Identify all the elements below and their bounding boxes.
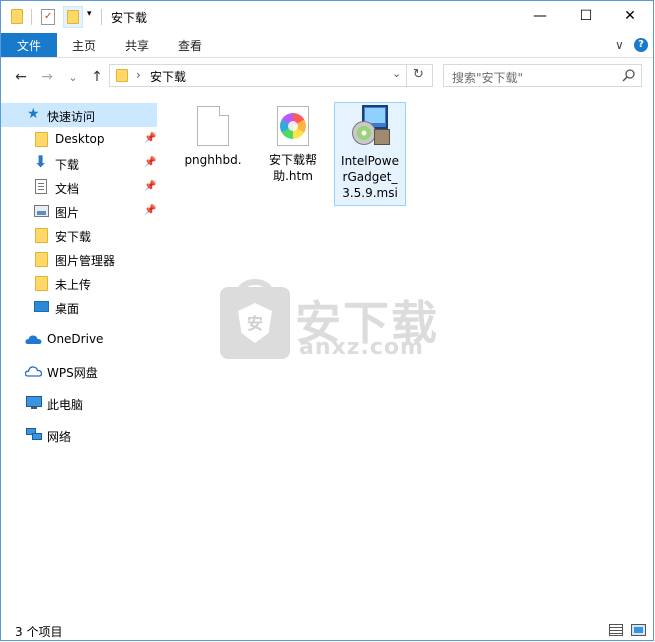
search-input[interactable]: 搜索"安下载"	[443, 64, 642, 87]
maximize-button[interactable]: ☐	[563, 1, 609, 31]
divider	[101, 9, 102, 25]
up-button[interactable]: ↑	[87, 67, 107, 87]
customize-qat-icon[interactable]: ▾	[87, 9, 92, 19]
sidebar-item-desktop[interactable]: Desktop 📌	[1, 127, 157, 151]
watermark-domain: anxz.com	[299, 335, 424, 360]
file-item[interactable]: pnghhbd.	[177, 103, 249, 175]
star-icon: ★	[27, 106, 40, 122]
refresh-icon[interactable]: ↻	[413, 67, 424, 82]
status-bar: 3 个项目	[1, 619, 653, 641]
folder-icon	[35, 276, 48, 291]
address-dropdown-icon[interactable]: ⌄	[392, 67, 401, 80]
address-bar[interactable]: › 安下载 ⌄ ↻	[109, 64, 433, 87]
sidebar-item-label: 网络	[47, 430, 72, 444]
picture-icon	[34, 205, 49, 217]
explorer-window: ✓ ▾ 安下载 — ☐ ✕ 文件 主页 共享 查看 ∨ ? ← → ⌄ ↑ › …	[0, 0, 654, 641]
tab-view[interactable]: 查看	[178, 33, 202, 57]
sidebar-item-onedrive[interactable]: OneDrive	[1, 327, 157, 351]
pin-icon[interactable]: 📌	[144, 181, 156, 192]
sidebar-item-picture-manager[interactable]: 图片管理器	[1, 247, 157, 271]
sidebar-item-label: Desktop	[55, 132, 105, 146]
sidebar-item-label: WPS网盘	[47, 366, 98, 380]
sidebar-item-label: OneDrive	[47, 332, 104, 346]
watermark-logo: 安	[220, 279, 290, 359]
search-icon[interactable]	[622, 69, 635, 82]
folder-icon	[116, 69, 128, 82]
sidebar-item-desktop-cn[interactable]: 桌面	[1, 295, 157, 319]
item-count: 3 个项目	[15, 625, 63, 639]
expand-ribbon-icon[interactable]: ∨	[615, 33, 624, 57]
sidebar-item-pictures[interactable]: 图片 📌	[1, 199, 157, 223]
folder-icon	[35, 132, 48, 147]
sidebar-item-label: 安下载	[55, 230, 92, 244]
properties-icon[interactable]: ✓	[41, 9, 55, 25]
wps-cloud-icon	[25, 366, 42, 377]
file-item-selected[interactable]: IntelPowerGadget_3.5.9.msi	[334, 102, 406, 206]
download-icon: ⬇	[34, 152, 48, 171]
file-name: 安下载帮助.htm	[268, 153, 317, 183]
file-name: pnghhbd.	[184, 153, 242, 167]
sidebar-item-documents[interactable]: 文档 📌	[1, 175, 157, 199]
large-icons-view-icon[interactable]	[631, 624, 646, 636]
watermark-badge: 安	[246, 314, 263, 333]
sidebar-item-not-uploaded[interactable]: 未上传	[1, 271, 157, 295]
help-icon[interactable]: ?	[634, 38, 648, 52]
forward-button[interactable]: →	[37, 67, 57, 87]
sidebar-item-label: 此电脑	[47, 398, 84, 412]
back-button[interactable]: ←	[11, 67, 31, 87]
sidebar-item-label: 下载	[55, 158, 80, 172]
pin-icon[interactable]: 📌	[144, 205, 156, 216]
pin-icon[interactable]: 📌	[144, 133, 156, 144]
sidebar-item-downloads[interactable]: ⬇ 下载 📌	[1, 151, 157, 175]
sidebar-item-network[interactable]: 网络	[1, 423, 157, 447]
search-placeholder: 搜索"安下载"	[452, 71, 524, 85]
cloud-icon	[25, 335, 42, 344]
tab-file[interactable]: 文件	[1, 33, 57, 57]
tab-home[interactable]: 主页	[72, 33, 96, 57]
sidebar-item-this-pc[interactable]: 此电脑	[1, 391, 157, 415]
sidebar-item-wps[interactable]: WPS网盘	[1, 359, 157, 383]
file-item[interactable]: 安下载帮助.htm	[257, 103, 329, 191]
details-view-icon[interactable]	[609, 624, 623, 636]
msi-installer-icon	[348, 105, 392, 147]
sidebar-item-label: 快速访问	[47, 110, 96, 124]
blank-file-icon	[197, 106, 229, 146]
title-bar: ✓ ▾ 安下载 — ☐ ✕	[1, 1, 653, 33]
sidebar-item-label: 未上传	[55, 278, 92, 292]
file-name: IntelPowerGadget_3.5.9.msi	[341, 154, 399, 200]
computer-stand	[31, 407, 37, 409]
desktop-icon	[34, 301, 49, 312]
divider	[406, 65, 407, 86]
pin-icon[interactable]: 📌	[144, 157, 156, 168]
minimize-button[interactable]: —	[517, 1, 563, 31]
network-icon	[26, 428, 42, 441]
sidebar-item-label: 文档	[55, 182, 80, 196]
sidebar-item-quick-access[interactable]: ★ 快速访问	[1, 103, 157, 127]
sidebar-item-label: 图片管理器	[55, 254, 116, 268]
htm-file-icon	[277, 106, 309, 146]
ribbon-tabs: 文件 主页 共享 查看 ∨ ?	[1, 33, 653, 58]
sidebar-item-anxz[interactable]: 安下载	[1, 223, 157, 247]
close-button[interactable]: ✕	[607, 1, 653, 31]
folder-icon	[35, 228, 48, 243]
sidebar-item-label: 图片	[55, 206, 80, 220]
recent-locations-button[interactable]: ⌄	[63, 67, 83, 87]
divider	[31, 9, 32, 25]
document-icon	[35, 179, 47, 194]
new-folder-button[interactable]	[63, 6, 83, 28]
window-title: 安下载	[111, 11, 148, 25]
tab-share[interactable]: 共享	[125, 33, 149, 57]
folder-icon	[11, 9, 23, 25]
breadcrumb-separator[interactable]: ›	[136, 68, 141, 82]
sidebar-item-label: 桌面	[55, 302, 80, 316]
breadcrumb-path[interactable]: 安下载	[150, 68, 186, 85]
folder-icon	[35, 252, 48, 267]
computer-icon	[26, 396, 42, 407]
